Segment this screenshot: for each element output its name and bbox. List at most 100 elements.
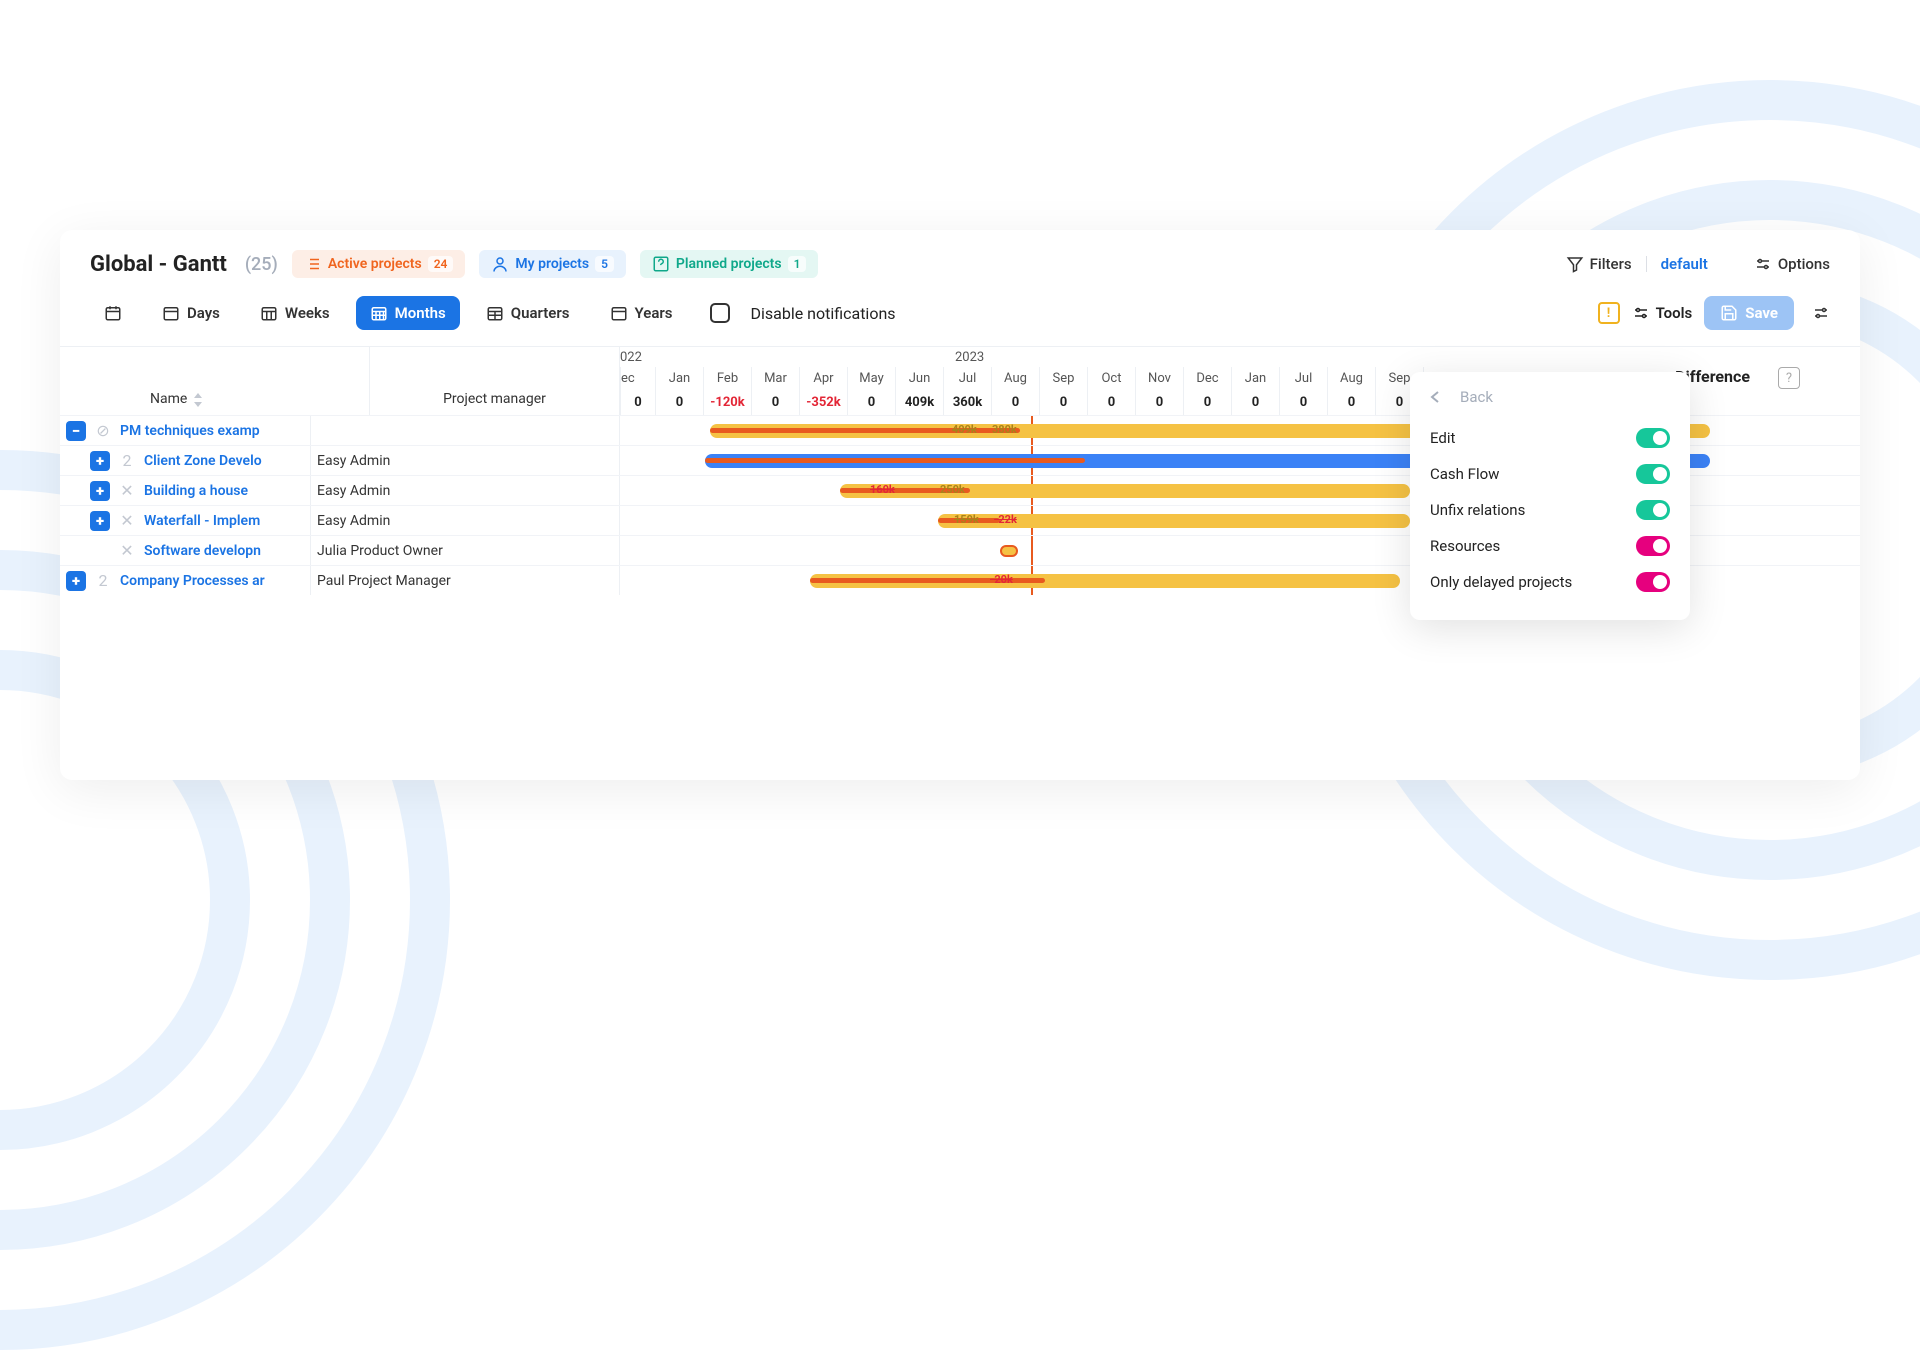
- disable-notifications-checkbox[interactable]: [710, 303, 730, 323]
- project-name-link[interactable]: Software developn: [144, 543, 261, 559]
- gantt-app-card: Global - Gantt (25) Active projects 24 M…: [60, 230, 1860, 780]
- month-cell: Aug: [1327, 367, 1375, 391]
- bar-value-label: 160k: [870, 483, 895, 496]
- options-button[interactable]: Options: [1754, 255, 1830, 273]
- filters-button[interactable]: Filters: [1566, 255, 1632, 273]
- separator: [1646, 256, 1647, 272]
- milestone-dot[interactable]: [1000, 545, 1018, 557]
- pill-count: 5: [595, 256, 614, 272]
- tools-button[interactable]: Tools: [1632, 304, 1693, 322]
- save-icon: [1720, 304, 1738, 322]
- project-manager-cell: Easy Admin: [310, 476, 619, 505]
- month-cell: May: [847, 367, 895, 391]
- cashflow-toggle[interactable]: [1636, 464, 1670, 484]
- disable-notifications-label: Disable notifications: [750, 304, 895, 323]
- weeks-button[interactable]: Weeks: [246, 296, 344, 330]
- cashflow-cell: 0: [1183, 391, 1231, 415]
- expand-button[interactable]: +: [90, 451, 110, 471]
- project-manager-cell: Julia Product Owner: [310, 536, 619, 565]
- label: Unfix relations: [1430, 501, 1525, 519]
- cashflow-cell: 0: [1039, 391, 1087, 415]
- more-options-icon[interactable]: [1812, 304, 1830, 322]
- project-manager-cell: [310, 416, 619, 445]
- label: Filters: [1590, 255, 1632, 273]
- label: Quarters: [511, 304, 570, 322]
- month-cell: ec: [620, 367, 655, 391]
- cashflow-cell: 0: [1135, 391, 1183, 415]
- quarters-button[interactable]: Quarters: [472, 296, 584, 330]
- unfix-toggle[interactable]: [1636, 500, 1670, 520]
- default-filter-link[interactable]: default: [1661, 255, 1708, 273]
- popup-edit-row: Edit: [1430, 420, 1670, 456]
- edit-toggle[interactable]: [1636, 428, 1670, 448]
- label: Days: [187, 304, 220, 322]
- project-name-link[interactable]: Waterfall - Implem: [144, 513, 260, 529]
- month-cell: Aug: [991, 367, 1039, 391]
- pill-count: 24: [428, 256, 454, 272]
- month-cell: Jun: [895, 367, 943, 391]
- label: Years: [635, 304, 673, 322]
- month-cell: Feb: [703, 367, 751, 391]
- label: Save: [1745, 304, 1778, 322]
- cashflow-cell: 0: [1087, 391, 1135, 415]
- label: Months: [395, 304, 446, 322]
- pill-count: 1: [788, 256, 807, 272]
- month-cell: Jul: [1279, 367, 1327, 391]
- cashflow-cell: 409k: [895, 391, 943, 415]
- page-title-count: (25): [245, 254, 278, 275]
- calendar-grid-icon: [486, 304, 504, 322]
- project-name-link[interactable]: Company Processes ar: [120, 573, 265, 589]
- cashflow-cell: 360k: [943, 391, 991, 415]
- save-button[interactable]: Save: [1704, 296, 1794, 330]
- active-projects-pill[interactable]: Active projects 24: [292, 250, 466, 278]
- expand-button[interactable]: −: [66, 421, 86, 441]
- label: Resources: [1430, 537, 1500, 555]
- popup-back-button[interactable]: Back: [1430, 388, 1670, 406]
- resources-toggle[interactable]: [1636, 536, 1670, 556]
- bar-value-label: 380k: [992, 423, 1017, 436]
- label: Edit: [1430, 429, 1455, 447]
- days-button[interactable]: Days: [148, 296, 234, 330]
- project-name-link[interactable]: PM techniques examp: [120, 423, 260, 439]
- label: Tools: [1656, 304, 1693, 322]
- row-icon: 2: [118, 451, 136, 470]
- planned-projects-pill[interactable]: Planned projects 1: [640, 250, 819, 278]
- month-cell: Sep: [1039, 367, 1087, 391]
- column-header-pm[interactable]: Project manager: [370, 347, 619, 415]
- today-line: [1031, 536, 1033, 565]
- progress-line: [705, 458, 1085, 463]
- bar-value-label: -22k: [994, 513, 1017, 526]
- delayed-toggle[interactable]: [1636, 572, 1670, 592]
- label: Back: [1460, 388, 1493, 406]
- months-button[interactable]: Months: [356, 296, 460, 330]
- column-header-name[interactable]: Name: [150, 347, 370, 415]
- sliders-icon: [1754, 255, 1772, 273]
- label: Weeks: [285, 304, 330, 322]
- year-label: 022: [620, 350, 642, 365]
- cashflow-cell: 0: [655, 391, 703, 415]
- popup-unfix-row: Unfix relations: [1430, 492, 1670, 528]
- project-name-link[interactable]: Building a house: [144, 483, 248, 499]
- month-cell: Mar: [751, 367, 799, 391]
- expand-button[interactable]: +: [66, 571, 86, 591]
- expand-button[interactable]: +: [90, 481, 110, 501]
- bar-value-label: 409k: [952, 423, 977, 436]
- cashflow-cell: 0: [1327, 391, 1375, 415]
- month-cell: Apr: [799, 367, 847, 391]
- filter-icon: [1566, 255, 1584, 273]
- calendar-button[interactable]: [90, 296, 136, 330]
- warning-indicator[interactable]: !: [1598, 302, 1620, 324]
- my-projects-pill[interactable]: My projects 5: [479, 250, 626, 278]
- sort-icon: [193, 393, 203, 407]
- row-icon: ✕: [118, 541, 136, 560]
- project-manager-cell: Paul Project Manager: [310, 566, 619, 595]
- user-icon: [491, 255, 509, 273]
- years-button[interactable]: Years: [596, 296, 687, 330]
- month-cell: Jan: [655, 367, 703, 391]
- cashflow-cell: 0: [1279, 391, 1327, 415]
- project-name-link[interactable]: Client Zone Develo: [144, 453, 262, 469]
- list-icon: [304, 255, 322, 273]
- expand-button[interactable]: +: [90, 511, 110, 531]
- project-manager-cell: Easy Admin: [310, 446, 619, 475]
- cashflow-cell: 0: [991, 391, 1039, 415]
